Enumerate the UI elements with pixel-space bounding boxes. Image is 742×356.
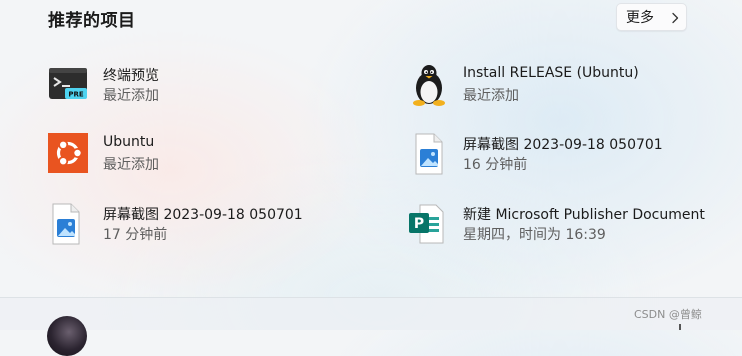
svg-text:P: P	[414, 216, 424, 232]
item-name: 屏幕截图 2023-09-18 050701	[463, 137, 663, 153]
item-subtitle: 最近添加	[103, 88, 159, 104]
user-avatar[interactable]	[47, 316, 87, 356]
start-footer	[0, 298, 742, 330]
recommended-item-ubuntu[interactable]: Ubuntu 最近添加	[48, 133, 378, 183]
power-icon[interactable]	[676, 324, 684, 330]
image-file-icon	[52, 203, 80, 245]
publisher-file-icon: P	[409, 204, 444, 244]
item-subtitle: 16 分钟前	[463, 157, 528, 173]
image-file-icon	[415, 133, 443, 175]
item-subtitle: 星期四，时间为 16:39	[463, 227, 606, 243]
item-name: 新建 Microsoft Publisher Document	[463, 207, 705, 223]
recommended-section: 推荐的项目 更多 PRE 终端预览 最近添加 Install RELEASE (…	[0, 0, 742, 297]
item-name: 屏幕截图 2023-09-18 050701	[103, 207, 303, 223]
more-button[interactable]: 更多	[616, 3, 687, 31]
recommended-item-screenshot-1[interactable]: 屏幕截图 2023-09-18 050701 16 分钟前	[408, 133, 738, 183]
item-subtitle: 最近添加	[463, 88, 519, 104]
item-name: Ubuntu	[103, 134, 155, 150]
item-name: Install RELEASE (Ubuntu)	[463, 65, 639, 81]
item-name: 终端预览	[103, 68, 159, 84]
item-subtitle: 17 分钟前	[103, 227, 168, 243]
watermark-text: CSDN @曾鲸	[634, 308, 702, 321]
terminal-preview-icon: PRE	[49, 68, 87, 99]
recommended-item-screenshot-2[interactable]: 屏幕截图 2023-09-18 050701 17 分钟前	[48, 203, 378, 253]
more-button-label: 更多	[626, 10, 654, 26]
linux-penguin-icon	[413, 65, 445, 106]
svg-text:PRE: PRE	[68, 91, 84, 99]
recommended-item-terminal-preview[interactable]: PRE 终端预览 最近添加	[48, 64, 378, 114]
chevron-right-icon	[672, 12, 679, 24]
ubuntu-icon	[48, 133, 88, 173]
recommended-item-publisher-document[interactable]: P 新建 Microsoft Publisher Document 星期四，时间…	[408, 203, 738, 253]
recommended-item-install-release[interactable]: Install RELEASE (Ubuntu) 最近添加	[408, 64, 738, 114]
section-title: 推荐的项目	[48, 11, 136, 31]
item-subtitle: 最近添加	[103, 157, 159, 173]
